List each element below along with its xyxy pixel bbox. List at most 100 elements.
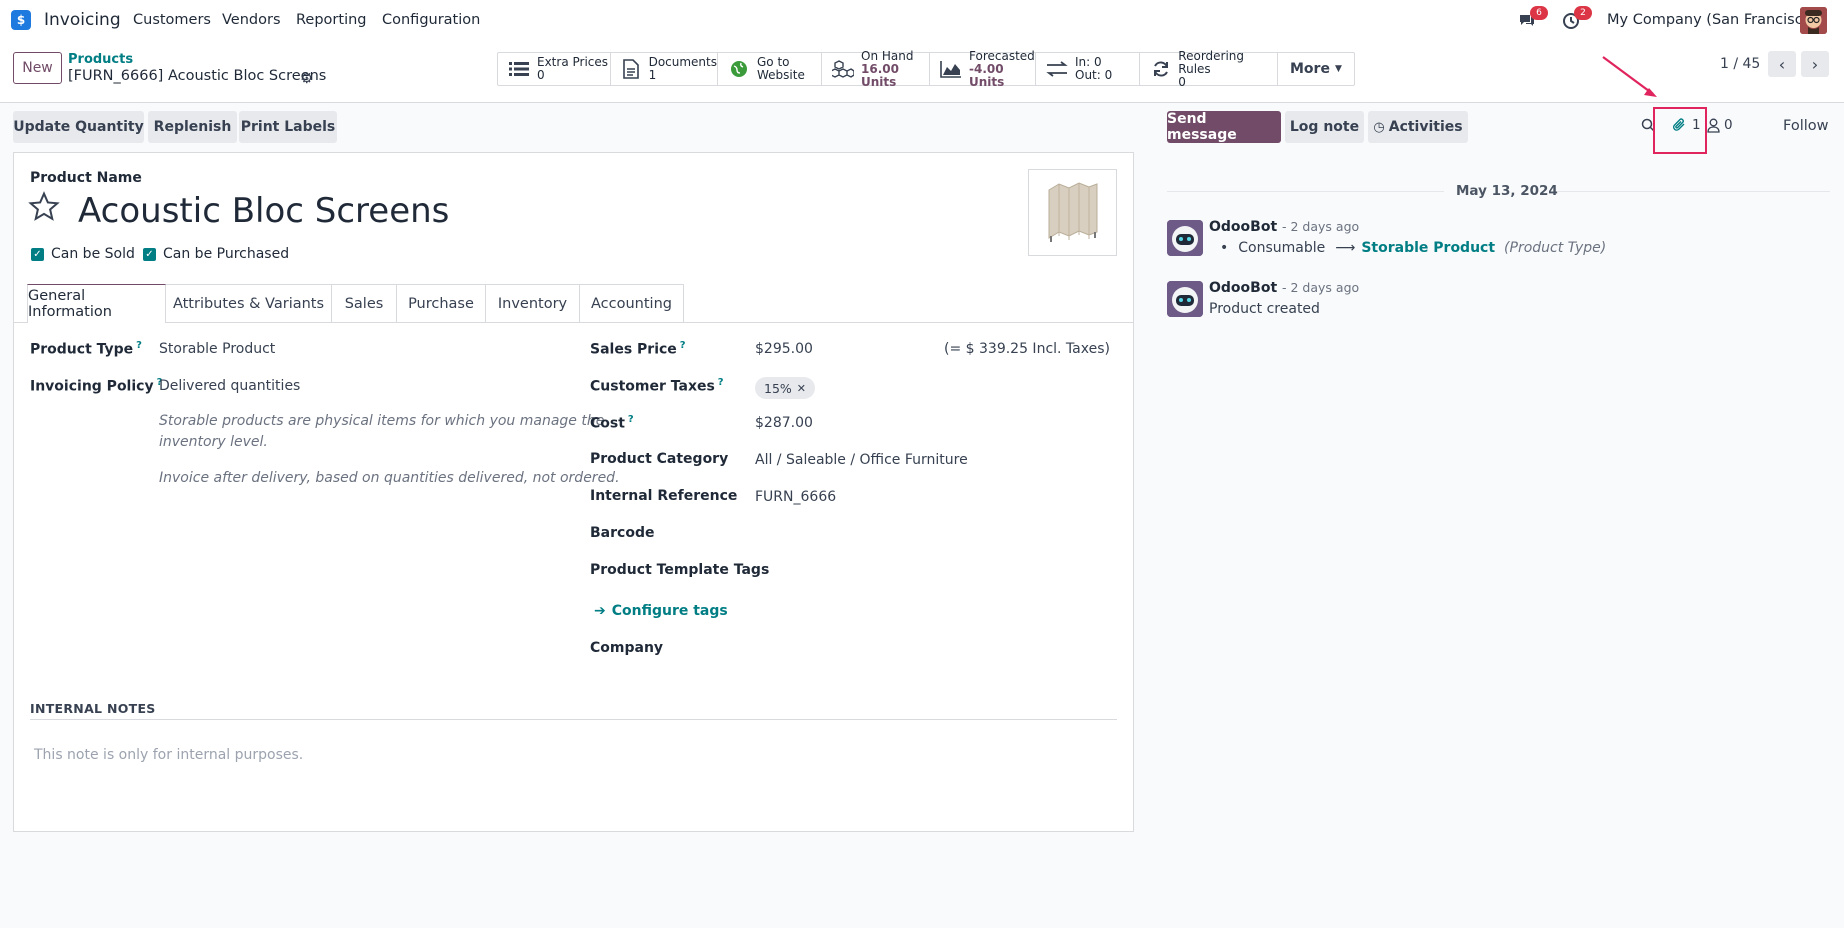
documents-button[interactable]: Documents 1 <box>611 53 718 85</box>
menu-vendors[interactable]: Vendors <box>222 12 281 28</box>
product-tags-field[interactable] <box>755 558 1115 582</box>
favorite-star-icon[interactable] <box>28 191 60 227</box>
new-button[interactable]: New <box>13 52 62 84</box>
exchange-icon <box>1046 59 1068 79</box>
gear-icon[interactable]: ⚙ <box>300 69 313 87</box>
storable-note-line-1: Storable products are physical items for… <box>159 413 605 429</box>
smart-buttons: Extra Prices 0 Documents 1 Go to Website On… <box>497 48 1355 88</box>
tab-divider <box>14 322 1133 323</box>
odoobot-avatar[interactable] <box>1167 281 1203 317</box>
menu-configuration[interactable]: Configuration <box>382 12 480 28</box>
internal-reference-field[interactable]: FURN_6666 <box>755 489 836 505</box>
tab-attributes-variants[interactable]: Attributes & Variants <box>165 284 332 322</box>
pager-previous-button[interactable]: ‹ <box>1768 51 1796 77</box>
activities-button[interactable]: 2 <box>1562 6 1592 31</box>
odoobot-avatar[interactable] <box>1167 220 1203 256</box>
tab-general-information[interactable]: General Information <box>27 284 166 323</box>
customer-taxes-label: Customer Taxes? <box>590 377 724 395</box>
on-hand-button[interactable]: On Hand 16.00 Units <box>822 48 930 88</box>
chevron-right-icon: › <box>1811 54 1819 74</box>
tax-tag-label: 15% <box>764 380 792 396</box>
internal-notes-input[interactable]: This note is only for internal purposes. <box>34 747 303 763</box>
follow-button[interactable]: Follow <box>1783 118 1828 134</box>
send-message-button[interactable]: Send message <box>1167 111 1281 143</box>
messages-button[interactable]: 6 <box>1518 6 1548 31</box>
can-be-purchased-checkbox[interactable]: ✓ <box>143 248 156 261</box>
author-name[interactable]: OdooBot <box>1209 280 1277 296</box>
pager-next-button[interactable]: › <box>1801 51 1829 77</box>
internal-notes-divider <box>30 719 1117 720</box>
app-name[interactable]: Invoicing <box>44 10 121 30</box>
odoobot-avatar-image <box>1167 220 1203 256</box>
user-avatar[interactable] <box>1800 7 1827 34</box>
activities-button-chatter[interactable]: ◷ Activities <box>1368 111 1468 143</box>
on-hand-label: On Hand <box>861 48 914 63</box>
message-author: OdooBot - 2 days ago <box>1209 219 1359 235</box>
product-image[interactable] <box>1028 169 1117 256</box>
tab-sales[interactable]: Sales <box>331 284 397 322</box>
cost-field[interactable]: $287.00 <box>755 415 813 431</box>
configure-tags-link[interactable]: ➔ Configure tags <box>594 603 728 619</box>
configure-tags-label: Configure tags <box>611 603 728 619</box>
product-tags-label: Product Template Tags <box>590 562 770 578</box>
tab-inventory[interactable]: Inventory <box>485 284 580 322</box>
barcode-field[interactable] <box>755 521 1115 545</box>
invoicing-policy-field[interactable]: Delivered quantities <box>159 378 300 394</box>
company-label: Company <box>590 640 664 656</box>
reordering-rules-label: Reordering Rules <box>1178 48 1245 76</box>
forecasted-label: Forecasted <box>969 48 1035 63</box>
menu-customers[interactable]: Customers <box>133 12 211 28</box>
help-icon[interactable]: ? <box>718 377 724 388</box>
in-out-button[interactable]: In: 0 Out: 0 <box>1036 53 1140 85</box>
remove-tag-icon[interactable]: ✕ <box>797 382 806 395</box>
followers-count: 0 <box>1724 117 1733 133</box>
arrow-right-icon: ➔ <box>594 603 606 619</box>
menu-reporting[interactable]: Reporting <box>296 12 367 28</box>
sales-price-label: Sales Price? <box>590 340 686 358</box>
breadcrumb-products[interactable]: Products <box>68 52 133 67</box>
followers-button[interactable]: 0 <box>1707 117 1733 133</box>
sales-price-label-text: Sales Price <box>590 341 677 358</box>
sales-price-field[interactable]: $295.00 <box>755 341 813 357</box>
print-labels-button[interactable]: Print Labels <box>239 111 337 143</box>
product-category-field[interactable]: All / Saleable / Office Furniture <box>755 452 968 468</box>
tracking-new-value: Storable Product <box>1361 240 1496 256</box>
reordering-rules-button[interactable]: Reordering Rules 0 <box>1140 48 1278 88</box>
extra-prices-label: Extra Prices <box>537 55 609 69</box>
can-be-purchased-label: Can be Purchased <box>163 246 290 262</box>
help-icon[interactable]: ? <box>628 414 634 425</box>
area-chart-icon <box>940 59 962 79</box>
product-form-sheet: Product Name Acoustic Bloc Screens ✓ Can… <box>13 152 1134 832</box>
help-icon[interactable]: ? <box>136 340 142 351</box>
company-field[interactable] <box>755 636 1115 660</box>
product-name-title[interactable]: Acoustic Bloc Screens <box>78 191 449 231</box>
product-name-label: Product Name <box>30 170 142 186</box>
refresh-icon <box>1150 59 1171 79</box>
help-icon[interactable]: ? <box>680 340 686 351</box>
date-separator: May 13, 2024 <box>1456 183 1558 199</box>
internal-reference-label: Internal Reference <box>590 488 738 504</box>
more-button[interactable]: More ▼ <box>1278 53 1354 85</box>
message-body: Product created <box>1209 301 1320 317</box>
tax-tag[interactable]: 15% ✕ <box>755 377 816 399</box>
forecasted-button[interactable]: Forecasted -4.00 Units <box>930 48 1036 88</box>
product-type-field[interactable]: Storable Product <box>159 341 275 357</box>
author-name[interactable]: OdooBot <box>1209 219 1277 235</box>
update-quantity-button[interactable]: Update Quantity <box>13 111 144 143</box>
replenish-button[interactable]: Replenish <box>148 111 237 143</box>
go-to-website-button[interactable]: Go to Website <box>718 53 822 85</box>
can-be-sold-checkbox[interactable]: ✓ <box>31 248 44 261</box>
extra-prices-button[interactable]: Extra Prices 0 <box>498 53 611 85</box>
on-hand-value: 16.00 Units <box>861 61 899 89</box>
log-note-button[interactable]: Log note <box>1285 111 1364 143</box>
storable-note-line-2: inventory level. <box>159 434 268 450</box>
pager-value[interactable]: 1 / 45 <box>1720 56 1760 72</box>
tab-accounting[interactable]: Accounting <box>579 284 684 322</box>
chevron-left-icon: ‹ <box>1778 54 1786 74</box>
company-switcher[interactable]: My Company (San Francisco) <box>1607 12 1817 28</box>
tab-purchase[interactable]: Purchase <box>396 284 486 322</box>
message-time: - 2 days ago <box>1282 280 1360 295</box>
invoicing-app-icon[interactable]: $ <box>11 10 31 30</box>
documents-label: Documents <box>648 55 717 69</box>
tracking-old-value: Consumable <box>1238 240 1326 256</box>
